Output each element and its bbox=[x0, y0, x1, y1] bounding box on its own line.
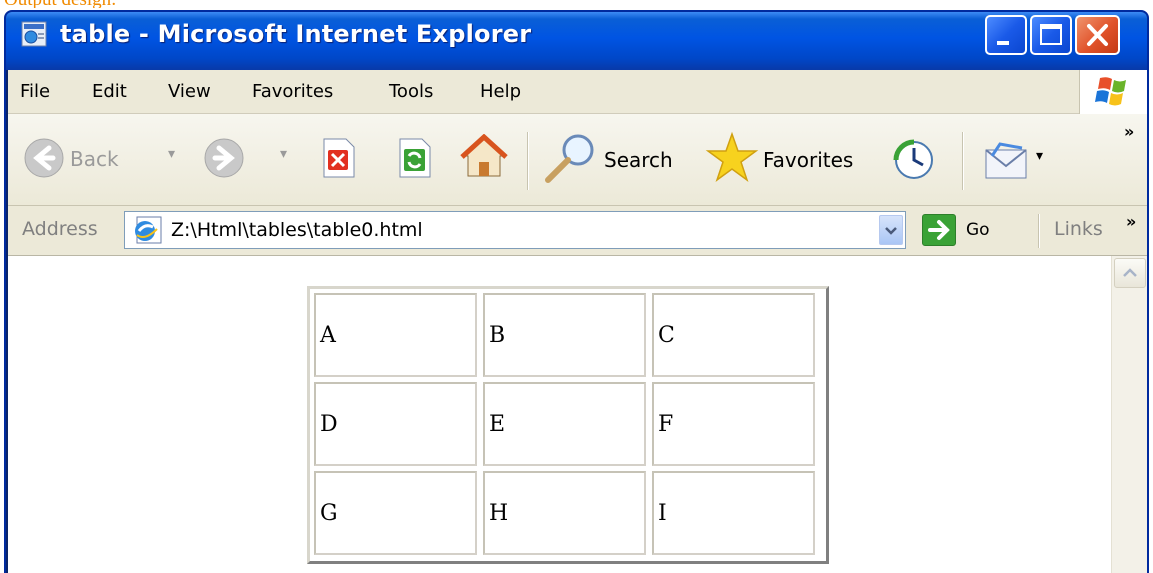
links-separator bbox=[1038, 214, 1040, 248]
cell-text: F bbox=[658, 412, 674, 437]
windows-flag-icon bbox=[1095, 77, 1126, 106]
ie-page-icon bbox=[135, 216, 162, 244]
history-icon bbox=[893, 139, 933, 179]
favorites-button[interactable] bbox=[704, 130, 760, 190]
table-cell: H bbox=[483, 471, 646, 555]
back-label[interactable]: Back bbox=[70, 147, 119, 171]
favorites-star-icon bbox=[705, 131, 759, 182]
toolbar-separator-2 bbox=[962, 132, 964, 190]
cell-text: D bbox=[320, 412, 338, 437]
address-label: Address bbox=[22, 218, 98, 240]
search-label[interactable]: Search bbox=[604, 148, 673, 172]
html-table: A B C D E F G H I bbox=[307, 286, 829, 564]
back-arrow-icon bbox=[24, 138, 64, 178]
table-cell: A bbox=[314, 293, 477, 377]
address-url: Z:\Html\tables\table0.html bbox=[171, 219, 423, 241]
cell-text: A bbox=[320, 323, 336, 348]
browser-window: table - Microsoft Internet Explorer File… bbox=[4, 10, 1149, 573]
address-bar: Address Z:\Html\tables\table0.html Go Li… bbox=[8, 206, 1147, 256]
menu-help[interactable]: Help bbox=[480, 81, 521, 102]
minimize-button[interactable] bbox=[985, 15, 1027, 55]
forward-dropdown-icon[interactable]: ▾ bbox=[280, 146, 287, 162]
chevron-up-icon bbox=[1123, 268, 1137, 277]
search-button[interactable] bbox=[540, 130, 600, 190]
menu-file[interactable]: File bbox=[20, 81, 50, 102]
windows-logo bbox=[1079, 70, 1147, 114]
menu-view[interactable]: View bbox=[168, 81, 211, 102]
page-content: A B C D E F G H I bbox=[8, 256, 1147, 573]
stop-icon bbox=[323, 138, 355, 178]
mail-dropdown-icon[interactable]: ▾ bbox=[1036, 148, 1043, 164]
minimize-icon bbox=[997, 41, 1009, 45]
output-design-caption: Output design: bbox=[4, 0, 116, 8]
cell-text: I bbox=[658, 501, 667, 526]
go-label[interactable]: Go bbox=[966, 220, 990, 240]
address-field[interactable]: Z:\Html\tables\table0.html bbox=[124, 211, 906, 249]
back-button[interactable] bbox=[22, 136, 66, 184]
title-bar: table - Microsoft Internet Explorer bbox=[6, 12, 1147, 70]
forward-arrow-icon bbox=[204, 138, 244, 178]
stop-button[interactable] bbox=[318, 136, 358, 184]
menu-tools[interactable]: Tools bbox=[389, 81, 433, 102]
forward-button[interactable] bbox=[202, 136, 246, 184]
mail-button[interactable] bbox=[982, 136, 1032, 186]
back-dropdown-icon[interactable]: ▾ bbox=[168, 146, 175, 162]
cell-text: E bbox=[489, 412, 506, 437]
links-overflow-chevron[interactable]: » bbox=[1126, 212, 1136, 231]
table-cell: G bbox=[314, 471, 477, 555]
scroll-up-button[interactable] bbox=[1114, 258, 1146, 288]
menu-favorites[interactable]: Favorites bbox=[252, 81, 333, 102]
close-button[interactable] bbox=[1075, 15, 1120, 55]
vertical-scrollbar[interactable] bbox=[1111, 256, 1147, 573]
table-cell: B bbox=[483, 293, 646, 377]
chevron-down-icon bbox=[885, 227, 897, 235]
history-button[interactable] bbox=[892, 138, 936, 186]
home-button[interactable] bbox=[460, 133, 508, 184]
cell-text: G bbox=[320, 501, 338, 526]
mail-icon bbox=[985, 142, 1027, 179]
favorites-label[interactable]: Favorites bbox=[763, 148, 853, 172]
links-button[interactable]: Links bbox=[1054, 218, 1103, 240]
go-arrow-icon bbox=[928, 220, 950, 240]
menu-bar: File Edit View Favorites Tools Help bbox=[8, 70, 1147, 114]
table-cell: I bbox=[652, 471, 815, 555]
maximize-icon bbox=[1040, 24, 1062, 45]
table-cell: D bbox=[314, 382, 477, 466]
cell-text: C bbox=[658, 323, 675, 348]
window-title: table - Microsoft Internet Explorer bbox=[60, 20, 532, 48]
go-button[interactable] bbox=[922, 214, 956, 246]
table-cell: F bbox=[652, 382, 815, 466]
address-dropdown-button[interactable] bbox=[879, 215, 903, 245]
close-icon bbox=[1087, 24, 1108, 46]
refresh-button[interactable] bbox=[394, 136, 434, 184]
table-cell: C bbox=[652, 293, 815, 377]
page-icon bbox=[21, 21, 47, 47]
standard-toolbar: Back ▾ ▾ Search Favorites ▾ » bbox=[8, 114, 1147, 206]
table-cell: E bbox=[483, 382, 646, 466]
search-icon bbox=[545, 134, 594, 183]
cell-text: B bbox=[489, 323, 506, 348]
cell-text: H bbox=[489, 501, 509, 526]
home-icon bbox=[460, 133, 508, 177]
toolbar-separator bbox=[527, 132, 529, 190]
menu-edit[interactable]: Edit bbox=[92, 81, 127, 102]
toolbar-overflow-chevron[interactable]: » bbox=[1124, 122, 1134, 141]
refresh-icon bbox=[399, 138, 431, 178]
maximize-button[interactable] bbox=[1030, 15, 1072, 55]
